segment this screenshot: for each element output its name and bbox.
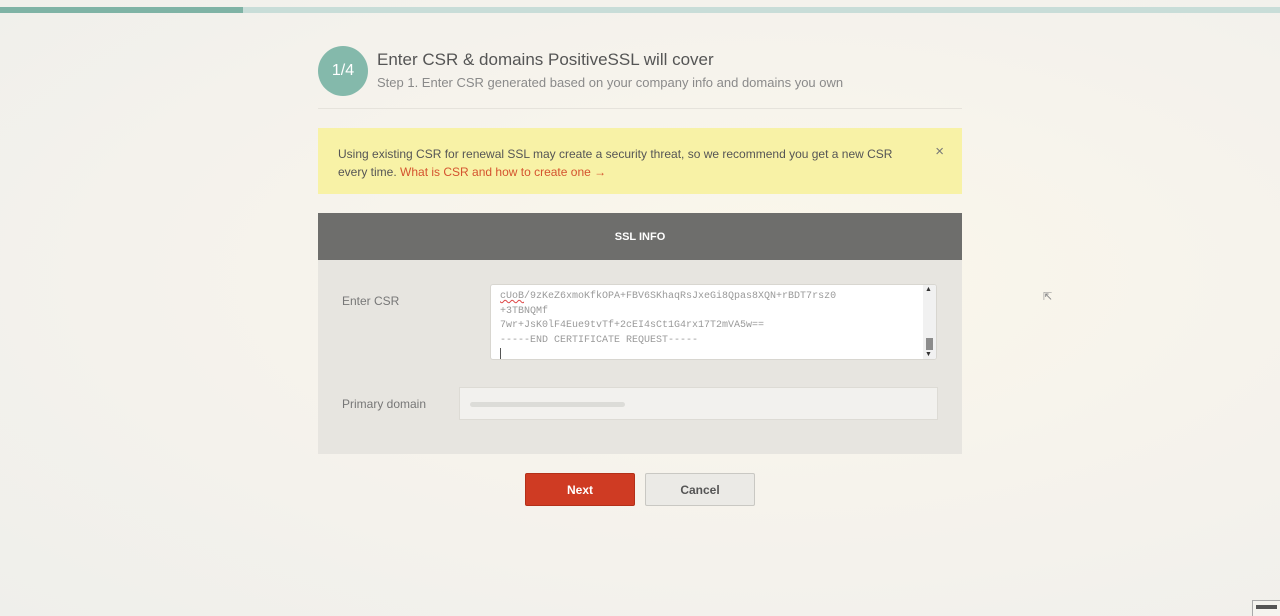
page-title: Enter CSR & domains PositiveSSL will cov… bbox=[377, 50, 714, 69]
csr-textarea[interactable]: cUoB/9zKeZ6xmoKfkOPA+FBV6SKhaqRsJxeGi8Qp… bbox=[490, 284, 937, 360]
mouse-cursor-icon: ⇱ bbox=[1043, 291, 1053, 303]
page-subtitle: Step 1. Enter CSR generated based on you… bbox=[377, 75, 844, 90]
csr-text-first: cUoB bbox=[500, 291, 525, 302]
csr-text-rest: /9zKeZ6xmoKfkOPA+FBV6SKhaqRsJxeGi8Qpas8X… bbox=[500, 291, 837, 346]
csr-text: cUoB/9zKeZ6xmoKfkOPA+FBV6SKhaqRsJxeGi8Qp… bbox=[500, 290, 920, 348]
ssl-info-panel: SSL INFO Enter CSR cUoB/9zKeZ6xmoKfkOPA+… bbox=[318, 213, 962, 454]
corner-thumbnail bbox=[1252, 600, 1280, 616]
panel-header: SSL INFO bbox=[318, 213, 962, 260]
step-badge: 1/4 bbox=[318, 46, 368, 96]
cancel-button[interactable]: Cancel bbox=[645, 473, 755, 506]
next-button[interactable]: Next bbox=[525, 473, 635, 506]
close-icon[interactable]: × bbox=[935, 143, 944, 161]
scroll-up-icon[interactable]: ▲ bbox=[925, 286, 932, 293]
csr-label: Enter CSR bbox=[342, 294, 400, 308]
scroll-thumb[interactable] bbox=[926, 338, 933, 350]
csr-help-link[interactable]: What is CSR and how to create one → bbox=[400, 165, 606, 179]
progress-bar bbox=[0, 7, 1280, 13]
step-header: 1/4 Enter CSR & domains PositiveSSL will… bbox=[318, 46, 962, 109]
warning-alert: Using existing CSR for renewal SSL may c… bbox=[318, 128, 962, 194]
blurred-domain-text bbox=[470, 402, 625, 407]
primary-domain-input[interactable] bbox=[459, 387, 938, 420]
primary-domain-label: Primary domain bbox=[342, 397, 427, 411]
progress-fill bbox=[0, 7, 244, 13]
text-caret bbox=[500, 348, 501, 359]
scroll-down-icon[interactable]: ▼ bbox=[925, 351, 932, 358]
csr-scrollbar[interactable]: ▲ ▼ bbox=[923, 285, 936, 359]
